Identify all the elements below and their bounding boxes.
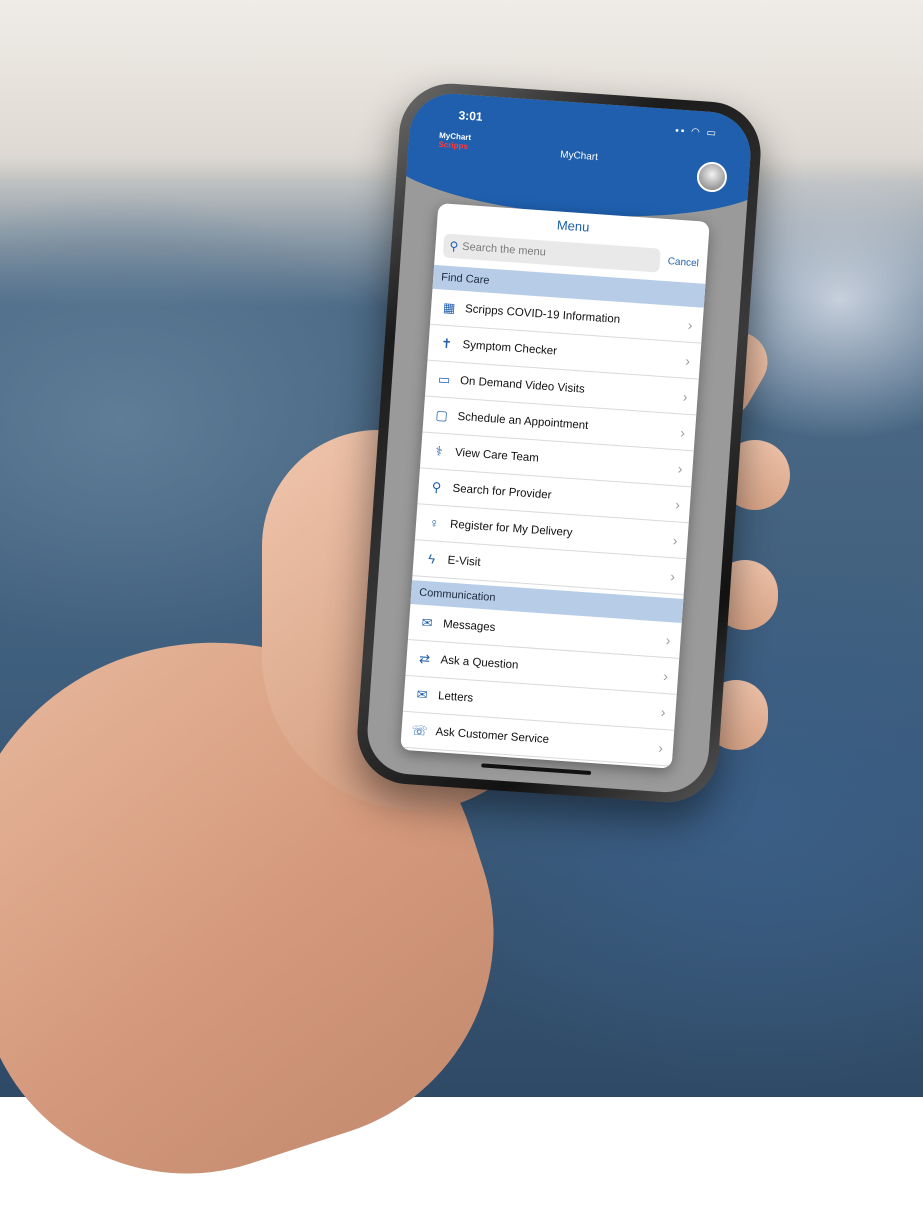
search-icon: ⚲ [431, 478, 442, 495]
menu-item-label: Search for Provider [452, 482, 552, 502]
document-icon: ▦ [442, 299, 456, 315]
chevron-right-icon: › [682, 388, 689, 405]
menu-item-label: Scripps COVID-19 Information [464, 302, 621, 326]
pregnancy-icon: ♀ [428, 515, 440, 531]
menu-item-label: Symptom Checker [462, 338, 558, 358]
care-team-icon: ⚕ [435, 442, 444, 459]
menu-item-label: E-Visit [447, 554, 481, 569]
search-placeholder: Search the menu [461, 240, 547, 259]
cancel-button[interactable]: Cancel [667, 256, 699, 269]
calendar-icon: ▢ [435, 406, 449, 423]
letter-icon: ✉ [416, 686, 429, 702]
chevron-right-icon: › [665, 631, 672, 648]
envelope-icon: ✉ [421, 614, 434, 631]
chevron-right-icon: › [684, 352, 691, 369]
chevron-right-icon: › [674, 495, 681, 513]
chevron-right-icon: › [662, 667, 669, 684]
chevron-right-icon: › [672, 531, 679, 548]
phone-screen: 3:01 ▪▪ ◠ ▭ MyChart Scripps MyChart Menu… [364, 90, 754, 796]
chevron-right-icon: › [687, 316, 694, 333]
status-time: 3:01 [458, 108, 484, 124]
search-icon: ⚲ [448, 238, 459, 254]
chevron-right-icon: › [657, 739, 664, 756]
chevron-right-icon: › [660, 703, 667, 720]
chevron-right-icon: › [677, 459, 684, 477]
person-icon: ✝ [440, 335, 453, 351]
menu-item-label: Ask a Question [440, 653, 519, 672]
home-indicator[interactable] [481, 763, 592, 776]
chevron-right-icon: › [679, 423, 686, 441]
stethoscope-icon: ϟ [427, 551, 436, 567]
search-input[interactable]: ⚲ Search the menu [442, 233, 661, 273]
customer-service-icon: ☏ [410, 721, 429, 739]
laptop-icon: ▭ [437, 370, 451, 387]
menu-item-label: Schedule an Appointment [457, 410, 589, 432]
menu-item-label: View Care Team [454, 446, 540, 465]
menu-item-label: Letters [437, 689, 474, 705]
phone: 3:01 ▪▪ ◠ ▭ MyChart Scripps MyChart Menu… [353, 80, 765, 806]
chevron-right-icon: › [669, 567, 676, 584]
menu-item-label: On Demand Video Visits [459, 374, 586, 396]
menu-item-label: Register for My Delivery [449, 518, 573, 539]
question-icon: ⇄ [418, 650, 431, 667]
menu-item-label: Messages [442, 617, 496, 634]
menu-panel: Menu ⚲ Search the menu Cancel Find Care … [400, 203, 710, 769]
background-photo: 3:01 ▪▪ ◠ ▭ MyChart Scripps MyChart Menu… [0, 0, 923, 1228]
menu-item-label: Ask Customer Service [435, 725, 550, 746]
